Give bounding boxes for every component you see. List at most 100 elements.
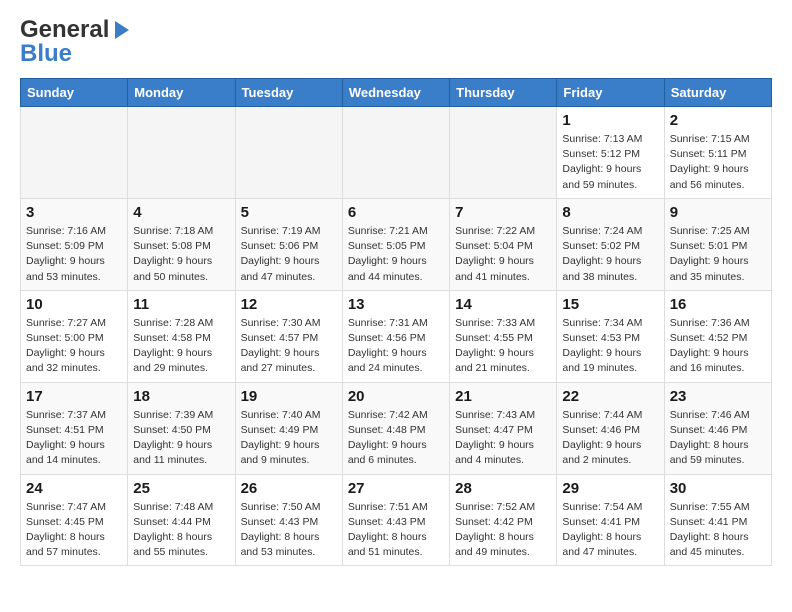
day-info: Sunrise: 7:15 AM Sunset: 5:11 PM Dayligh… <box>670 132 766 193</box>
day-number: 4 <box>133 204 229 221</box>
day-info: Sunrise: 7:47 AM Sunset: 4:45 PM Dayligh… <box>26 500 122 561</box>
day-info: Sunrise: 7:18 AM Sunset: 5:08 PM Dayligh… <box>133 224 229 285</box>
day-info: Sunrise: 7:36 AM Sunset: 4:52 PM Dayligh… <box>670 316 766 377</box>
day-number: 7 <box>455 204 551 221</box>
day-number: 11 <box>133 296 229 313</box>
calendar-row-0: 1 Sunrise: 7:13 AM Sunset: 5:12 PM Daylig… <box>21 107 772 199</box>
weekday-header-tuesday: Tuesday <box>235 79 342 107</box>
page: General Blue SundayMondayTuesdayWednesda… <box>0 0 792 582</box>
day-number: 3 <box>26 204 122 221</box>
calendar-cell: 11 Sunrise: 7:28 AM Sunset: 4:58 PM Dayli… <box>128 290 235 382</box>
calendar-row-3: 17 Sunrise: 7:37 AM Sunset: 4:51 PM Dayli… <box>21 382 772 474</box>
day-info: Sunrise: 7:51 AM Sunset: 4:43 PM Dayligh… <box>348 500 444 561</box>
calendar-cell: 16 Sunrise: 7:36 AM Sunset: 4:52 PM Dayli… <box>664 290 771 382</box>
day-number: 18 <box>133 388 229 405</box>
day-number: 22 <box>562 388 658 405</box>
calendar-cell: 27Sunrise: 7:51 AM Sunset: 4:43 PM Dayli… <box>342 474 449 566</box>
calendar-cell: 18 Sunrise: 7:39 AM Sunset: 4:50 PM Dayli… <box>128 382 235 474</box>
day-info: Sunrise: 7:28 AM Sunset: 4:58 PM Dayligh… <box>133 316 229 377</box>
day-info: Sunrise: 7:13 AM Sunset: 5:12 PM Dayligh… <box>562 132 658 193</box>
calendar-cell: 9 Sunrise: 7:25 AM Sunset: 5:01 PM Daylig… <box>664 198 771 290</box>
day-info: Sunrise: 7:19 AM Sunset: 5:06 PM Dayligh… <box>241 224 337 285</box>
day-info: Sunrise: 7:21 AM Sunset: 5:05 PM Dayligh… <box>348 224 444 285</box>
day-info: Sunrise: 7:34 AM Sunset: 4:53 PM Dayligh… <box>562 316 658 377</box>
calendar-cell: 30 Sunrise: 7:55 AM Sunset: 4:41 PM Dayli… <box>664 474 771 566</box>
day-number: 23 <box>670 388 766 405</box>
day-number: 15 <box>562 296 658 313</box>
day-info: Sunrise: 7:43 AM Sunset: 4:47 PM Dayligh… <box>455 408 551 469</box>
weekday-header-wednesday: Wednesday <box>342 79 449 107</box>
day-number: 24 <box>26 480 122 497</box>
day-number: 13 <box>348 296 444 313</box>
day-number: 10 <box>26 296 122 313</box>
day-info: Sunrise: 7:33 AM Sunset: 4:55 PM Dayligh… <box>455 316 551 377</box>
weekday-header-saturday: Saturday <box>664 79 771 107</box>
logo-arrow-icon <box>115 21 129 39</box>
weekday-header-friday: Friday <box>557 79 664 107</box>
day-info: Sunrise: 7:50 AM Sunset: 4:43 PM Dayligh… <box>241 500 337 561</box>
calendar-cell: 25Sunrise: 7:48 AM Sunset: 4:44 PM Dayli… <box>128 474 235 566</box>
weekday-header-monday: Monday <box>128 79 235 107</box>
calendar-cell: 3 Sunrise: 7:16 AM Sunset: 5:09 PM Daylig… <box>21 198 128 290</box>
day-number: 20 <box>348 388 444 405</box>
day-info: Sunrise: 7:39 AM Sunset: 4:50 PM Dayligh… <box>133 408 229 469</box>
calendar-cell: 17 Sunrise: 7:37 AM Sunset: 4:51 PM Dayli… <box>21 382 128 474</box>
calendar-cell: 19 Sunrise: 7:40 AM Sunset: 4:49 PM Dayli… <box>235 382 342 474</box>
day-number: 6 <box>348 204 444 221</box>
day-info: Sunrise: 7:55 AM Sunset: 4:41 PM Dayligh… <box>670 500 766 561</box>
calendar-table: SundayMondayTuesdayWednesdayThursdayFrid… <box>20 78 772 566</box>
weekday-header-sunday: Sunday <box>21 79 128 107</box>
calendar-cell: 12 Sunrise: 7:30 AM Sunset: 4:57 PM Dayli… <box>235 290 342 382</box>
calendar-row-2: 10 Sunrise: 7:27 AM Sunset: 5:00 PM Dayli… <box>21 290 772 382</box>
day-info: Sunrise: 7:31 AM Sunset: 4:56 PM Dayligh… <box>348 316 444 377</box>
calendar-cell: 14 Sunrise: 7:33 AM Sunset: 4:55 PM Dayli… <box>450 290 557 382</box>
header: General Blue <box>20 16 772 68</box>
calendar-cell: 13 Sunrise: 7:31 AM Sunset: 4:56 PM Dayli… <box>342 290 449 382</box>
day-number: 26 <box>241 480 337 497</box>
logo-blue: Blue <box>20 40 72 68</box>
calendar-cell: 23 Sunrise: 7:46 AM Sunset: 4:46 PM Dayli… <box>664 382 771 474</box>
day-number: 9 <box>670 204 766 221</box>
calendar-cell: 26 Sunrise: 7:50 AM Sunset: 4:43 PM Dayli… <box>235 474 342 566</box>
day-number: 29 <box>562 480 658 497</box>
day-number: 14 <box>455 296 551 313</box>
day-info: Sunrise: 7:16 AM Sunset: 5:09 PM Dayligh… <box>26 224 122 285</box>
calendar-cell <box>342 107 449 199</box>
calendar-cell: 24 Sunrise: 7:47 AM Sunset: 4:45 PM Dayli… <box>21 474 128 566</box>
day-number: 5 <box>241 204 337 221</box>
day-number: 30 <box>670 480 766 497</box>
day-number: 1 <box>562 112 658 129</box>
day-info: Sunrise: 7:24 AM Sunset: 5:02 PM Dayligh… <box>562 224 658 285</box>
day-info: Sunrise: 7:22 AM Sunset: 5:04 PM Dayligh… <box>455 224 551 285</box>
day-info: Sunrise: 7:37 AM Sunset: 4:51 PM Dayligh… <box>26 408 122 469</box>
weekday-header-row: SundayMondayTuesdayWednesdayThursdayFrid… <box>21 79 772 107</box>
day-number: 8 <box>562 204 658 221</box>
day-number: 21 <box>455 388 551 405</box>
calendar-cell: 5 Sunrise: 7:19 AM Sunset: 5:06 PM Daylig… <box>235 198 342 290</box>
day-info: Sunrise: 7:44 AM Sunset: 4:46 PM Dayligh… <box>562 408 658 469</box>
day-number: 12 <box>241 296 337 313</box>
day-info: Sunrise: 7:46 AM Sunset: 4:46 PM Dayligh… <box>670 408 766 469</box>
day-info: Sunrise: 7:42 AM Sunset: 4:48 PM Dayligh… <box>348 408 444 469</box>
calendar-row-1: 3 Sunrise: 7:16 AM Sunset: 5:09 PM Daylig… <box>21 198 772 290</box>
day-info: Sunrise: 7:30 AM Sunset: 4:57 PM Dayligh… <box>241 316 337 377</box>
calendar-cell <box>450 107 557 199</box>
day-number: 16 <box>670 296 766 313</box>
calendar-cell <box>128 107 235 199</box>
day-info: Sunrise: 7:52 AM Sunset: 4:42 PM Dayligh… <box>455 500 551 561</box>
calendar-cell: 21 Sunrise: 7:43 AM Sunset: 4:47 PM Dayli… <box>450 382 557 474</box>
day-number: 17 <box>26 388 122 405</box>
calendar-cell: 15 Sunrise: 7:34 AM Sunset: 4:53 PM Dayli… <box>557 290 664 382</box>
calendar-cell: 6 Sunrise: 7:21 AM Sunset: 5:05 PM Daylig… <box>342 198 449 290</box>
calendar-cell: 4 Sunrise: 7:18 AM Sunset: 5:08 PM Daylig… <box>128 198 235 290</box>
day-number: 19 <box>241 388 337 405</box>
day-info: Sunrise: 7:27 AM Sunset: 5:00 PM Dayligh… <box>26 316 122 377</box>
calendar-cell: 29Sunrise: 7:54 AM Sunset: 4:41 PM Dayli… <box>557 474 664 566</box>
calendar-cell: 10 Sunrise: 7:27 AM Sunset: 5:00 PM Dayli… <box>21 290 128 382</box>
day-info: Sunrise: 7:40 AM Sunset: 4:49 PM Dayligh… <box>241 408 337 469</box>
weekday-header-thursday: Thursday <box>450 79 557 107</box>
calendar-cell <box>21 107 128 199</box>
day-number: 25 <box>133 480 229 497</box>
day-info: Sunrise: 7:25 AM Sunset: 5:01 PM Dayligh… <box>670 224 766 285</box>
calendar-row-4: 24 Sunrise: 7:47 AM Sunset: 4:45 PM Dayli… <box>21 474 772 566</box>
